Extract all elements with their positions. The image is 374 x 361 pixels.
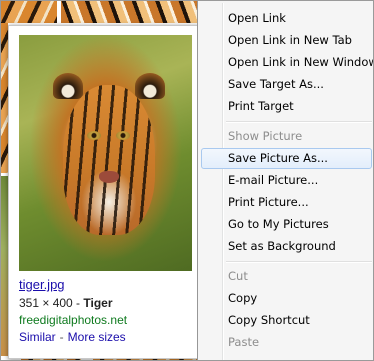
menu-item-print-target[interactable]: Print Target <box>201 96 372 117</box>
result-thumbnail[interactable] <box>1 1 57 23</box>
menu-item-copy[interactable]: Copy <box>201 288 372 309</box>
menu-item-open-link[interactable]: Open Link <box>201 8 372 29</box>
menu-item-open-link-new-tab[interactable]: Open Link in New Tab <box>201 30 372 51</box>
context-menu: Open Link Open Link in New Tab Open Link… <box>197 1 373 360</box>
image-links: Similar - More sizes <box>19 330 126 344</box>
result-thumbnail[interactable] <box>61 1 197 23</box>
menu-separator <box>226 261 372 263</box>
menu-item-print-picture[interactable]: Print Picture... <box>201 192 372 213</box>
similar-link[interactable]: Similar <box>19 330 56 344</box>
tiger-eye-right <box>116 131 130 140</box>
menu-item-copy-shortcut[interactable]: Copy Shortcut <box>201 310 372 331</box>
menu-item-cut: Cut <box>228 269 248 283</box>
menu-item-save-picture-as[interactable]: Save Picture As... <box>201 148 372 169</box>
menu-item-go-to-my-pictures[interactable]: Go to My Pictures <box>201 214 372 235</box>
menu-item-email-picture[interactable]: E-mail Picture... <box>201 170 372 191</box>
meta-separator: - <box>72 296 84 310</box>
browser-viewport: tiger.jpg 351 × 400 - Tiger freedigitalp… <box>0 0 374 361</box>
image-meta: 351 × 400 - Tiger <box>19 296 113 310</box>
image-dimensions: 351 × 400 <box>19 296 73 310</box>
menu-item-paste: Paste <box>228 335 260 349</box>
menu-item-open-link-new-window[interactable]: Open Link in New Window <box>201 52 373 73</box>
image-hover-card: tiger.jpg 351 × 400 - Tiger freedigitalp… <box>8 25 200 359</box>
result-thumbnail[interactable] <box>1 176 8 356</box>
tiger-ear-left <box>53 73 83 99</box>
image-source-domain: freedigitalphotos.net <box>19 313 128 327</box>
result-thumbnail[interactable] <box>1 23 8 173</box>
tiger-eye-left <box>87 131 101 140</box>
image-title: Tiger <box>83 296 113 310</box>
menu-item-save-target-as[interactable]: Save Target As... <box>201 74 372 95</box>
image-filename-link[interactable]: tiger.jpg <box>19 277 65 292</box>
menu-separator <box>226 121 372 123</box>
tiger-ear-right <box>135 73 165 99</box>
tiger-face <box>63 85 155 235</box>
link-separator: - <box>59 330 64 344</box>
menu-item-show-picture: Show Picture <box>228 129 303 143</box>
tiger-preview-image[interactable] <box>19 35 192 271</box>
tiger-nose <box>99 171 119 183</box>
more-sizes-link[interactable]: More sizes <box>68 330 126 344</box>
menu-item-set-as-background[interactable]: Set as Background <box>201 236 372 257</box>
